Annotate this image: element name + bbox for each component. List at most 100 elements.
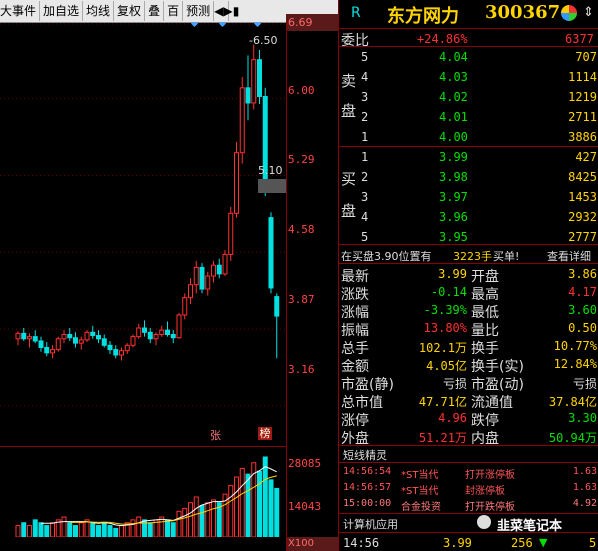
candle-body[interactable] (113, 349, 119, 356)
genie-stock[interactable]: *ST当代 (401, 466, 438, 481)
candle-body[interactable] (205, 275, 211, 290)
genie-stock[interactable]: *ST当代 (401, 482, 438, 497)
buy-price[interactable]: 3.96 (439, 210, 468, 224)
toolbar-overlay-button[interactable]: 叠 (145, 1, 165, 21)
volume-bar[interactable] (113, 527, 119, 537)
short-term-genie-title[interactable]: 短线精灵 (343, 447, 387, 463)
volume-bar[interactable] (38, 522, 44, 537)
candle-body[interactable] (216, 264, 222, 275)
view-detail-link[interactable]: 查看详细 (547, 248, 591, 264)
candle-body[interactable] (193, 266, 199, 286)
candle-body[interactable] (130, 336, 136, 346)
toolbar-events-button[interactable]: 大事件 (0, 1, 41, 21)
toolbar-add-watch-button[interactable]: 加自选 (40, 1, 84, 21)
volume-bar[interactable] (32, 519, 38, 537)
pie-menu-icon[interactable] (561, 5, 577, 21)
candle-body[interactable] (21, 332, 27, 340)
collapse-icon[interactable]: ▮ (229, 1, 243, 21)
volume-bar[interactable] (96, 525, 101, 537)
sector-label[interactable]: 计算机应用 (343, 516, 398, 532)
genie-stock[interactable]: 合金投资 (401, 498, 441, 513)
buy-price[interactable]: 3.95 (439, 230, 468, 244)
candle-body[interactable] (182, 297, 188, 316)
candle-body[interactable] (222, 253, 228, 275)
volume-bar[interactable] (205, 502, 211, 537)
candle-body[interactable] (107, 344, 113, 351)
candle-body[interactable] (136, 327, 142, 338)
candle-body[interactable] (101, 338, 107, 346)
volume-bar[interactable] (262, 456, 268, 537)
volume-bar[interactable] (234, 476, 239, 537)
volume-bar[interactable] (101, 522, 107, 537)
candle-body[interactable] (55, 338, 61, 351)
candle-body[interactable] (153, 333, 159, 340)
sell-price[interactable]: 4.03 (439, 70, 468, 84)
candle-body[interactable] (32, 336, 38, 342)
buy-price[interactable]: 3.99 (439, 150, 468, 164)
volume-bar[interactable] (199, 505, 205, 537)
candle-body[interactable] (27, 336, 32, 340)
volume-bar[interactable] (130, 519, 136, 537)
buy-price[interactable]: 3.97 (439, 190, 468, 204)
limit-up-tag[interactable]: 张 (210, 427, 221, 443)
volume-bar[interactable] (90, 522, 96, 537)
volume-bar[interactable] (142, 519, 147, 537)
volume-bar[interactable] (182, 507, 188, 537)
event-diamond-icon[interactable] (253, 22, 262, 28)
candle-body[interactable] (211, 264, 216, 277)
toolbar-ma-button[interactable]: 均线 (83, 1, 115, 21)
candle-body[interactable] (268, 217, 274, 289)
candle-body[interactable] (274, 296, 280, 317)
arrow-left-right-icon[interactable]: ◀▶ (214, 1, 233, 21)
volume-bar[interactable] (170, 522, 176, 537)
toolbar-adjust-button[interactable]: 复权 (114, 1, 146, 21)
candlestick-chart[interactable] (0, 22, 286, 442)
volume-bar[interactable] (274, 487, 280, 537)
volume-chart[interactable] (0, 450, 286, 537)
volume-bar[interactable] (239, 467, 245, 537)
candle-body[interactable] (84, 331, 90, 341)
candle-body[interactable] (251, 59, 257, 104)
volume-bar[interactable] (228, 485, 234, 537)
candle-body[interactable] (119, 350, 124, 356)
candle-body[interactable] (124, 344, 130, 352)
candle-body[interactable] (199, 266, 205, 290)
volume-bar[interactable] (176, 510, 182, 537)
volume-bar[interactable] (44, 525, 50, 537)
candle-body[interactable] (234, 152, 239, 214)
volume-bar[interactable] (136, 516, 142, 537)
volume-bar[interactable] (61, 516, 67, 537)
candle-body[interactable] (188, 284, 193, 299)
candle-body[interactable] (228, 212, 234, 255)
rank-tag[interactable]: 榜 (258, 427, 272, 440)
volume-bar[interactable] (193, 496, 199, 537)
candle-body[interactable] (159, 329, 165, 335)
candle-body[interactable] (61, 333, 67, 340)
volume-bar[interactable] (245, 473, 251, 537)
candle-body[interactable] (90, 331, 96, 337)
candle-body[interactable] (170, 333, 176, 339)
volume-bar[interactable] (119, 525, 124, 537)
volume-bar[interactable] (67, 522, 73, 537)
candle-body[interactable] (73, 337, 78, 344)
volume-bar[interactable] (159, 516, 165, 537)
volume-bar[interactable] (27, 525, 32, 537)
volume-bar[interactable] (147, 522, 153, 537)
candle-body[interactable] (78, 339, 84, 344)
volume-bar[interactable] (268, 479, 274, 537)
candle-body[interactable] (96, 335, 101, 340)
candle-body[interactable] (142, 327, 147, 333)
candle-body[interactable] (165, 329, 170, 335)
volume-bar[interactable] (21, 522, 27, 537)
candle-body[interactable] (257, 59, 262, 97)
volume-bar[interactable] (73, 525, 78, 537)
sell-price[interactable]: 4.02 (439, 90, 468, 104)
volume-bar[interactable] (211, 499, 216, 537)
candle-body[interactable] (44, 346, 50, 354)
volume-bar[interactable] (257, 470, 262, 537)
candle-body[interactable] (245, 87, 251, 104)
sell-price[interactable]: 4.04 (439, 50, 468, 64)
toolbar-forecast-button[interactable]: 预测 (183, 1, 215, 21)
candle-body[interactable] (15, 332, 21, 340)
volume-bar[interactable] (107, 525, 113, 537)
